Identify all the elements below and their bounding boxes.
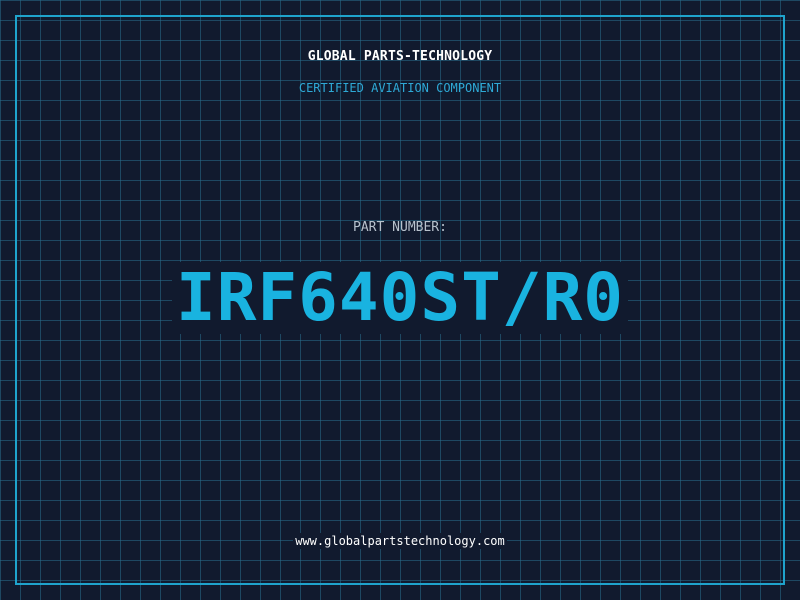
- part-number-container: IRF640ST/R0: [0, 262, 800, 334]
- certification-subtitle: CERTIFIED AVIATION COMPONENT: [298, 81, 502, 95]
- part-number-label: PART NUMBER:: [353, 220, 447, 235]
- footer: www.globalpartstechnology.com: [0, 530, 800, 549]
- part-number-value: IRF640ST/R0: [171, 262, 629, 334]
- company-name: GLOBAL PARTS-TECHNOLOGY: [307, 49, 493, 64]
- website-url: www.globalpartstechnology.com: [293, 533, 507, 549]
- grid-card: GLOBAL PARTS-TECHNOLOGY CERTIFIED AVIATI…: [0, 0, 800, 600]
